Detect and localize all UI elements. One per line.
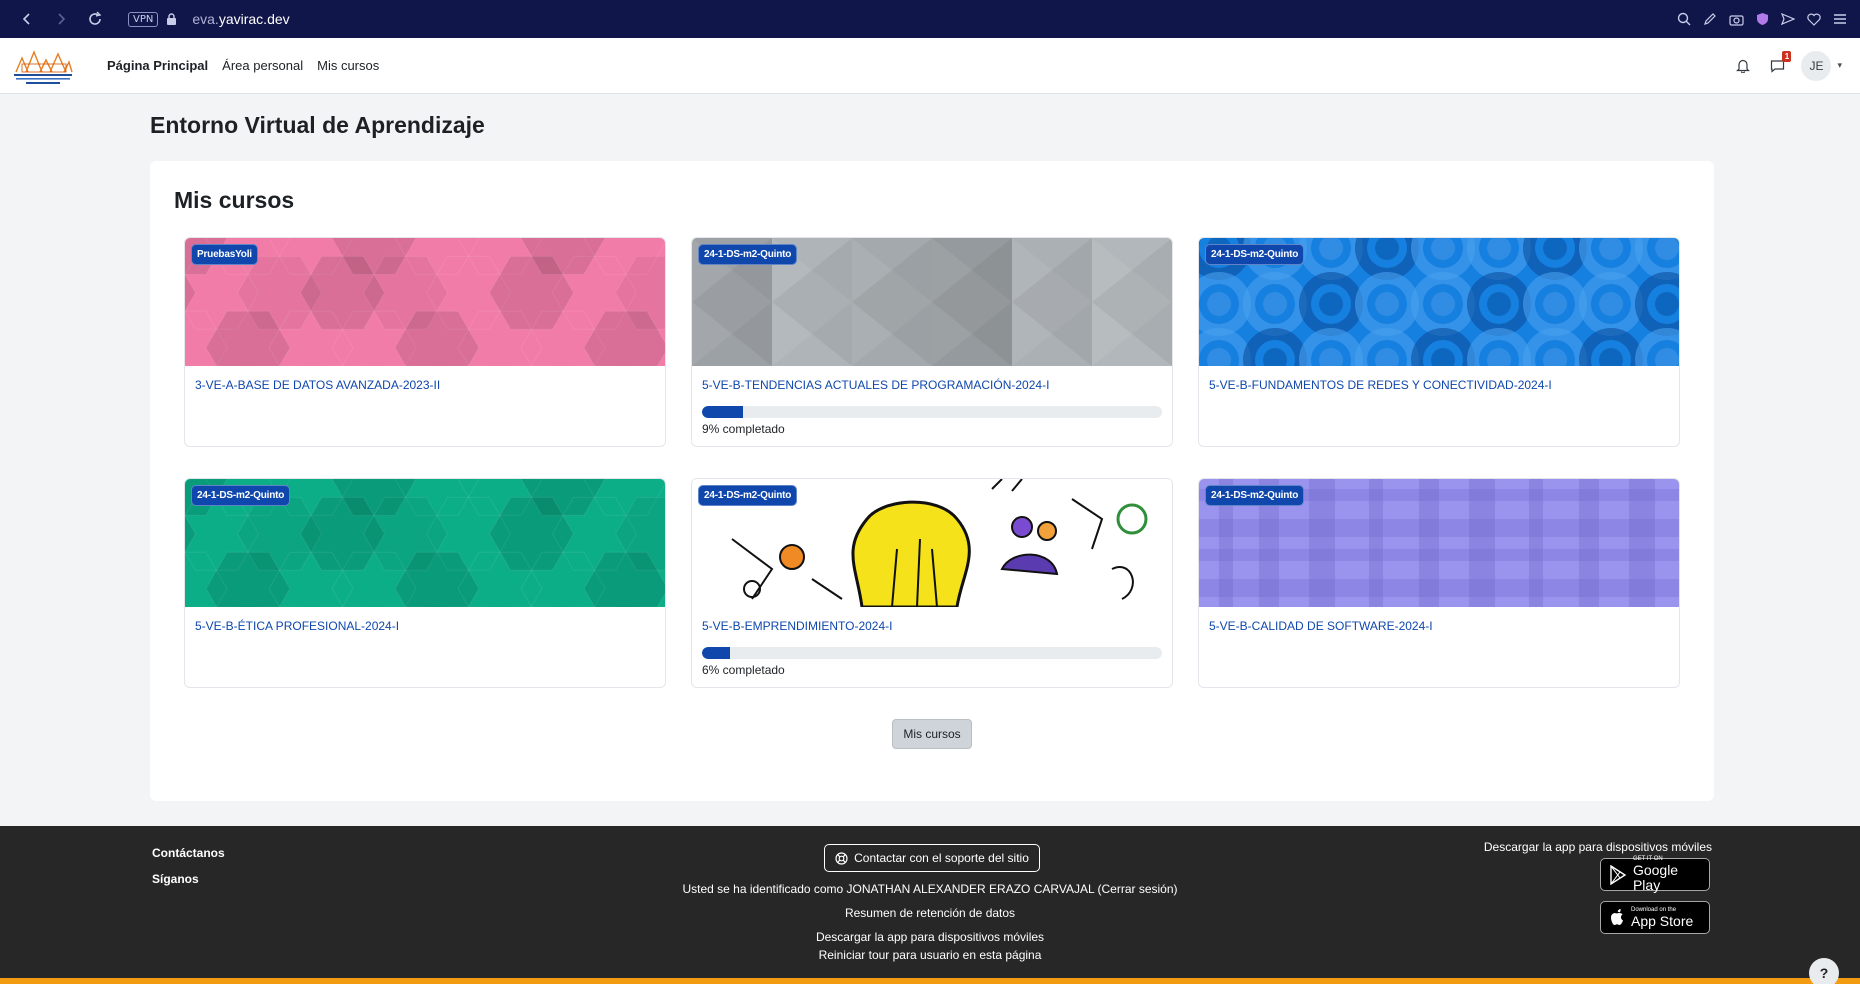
- edit-icon[interactable]: [1700, 9, 1720, 29]
- course-category-badge: 24-1-DS-m2-Quinto: [698, 244, 798, 265]
- nav-home[interactable]: Página Principal: [100, 38, 215, 94]
- vpn-badge[interactable]: VPN: [128, 11, 159, 27]
- heart-icon[interactable]: [1804, 9, 1824, 29]
- url-prefix: eva.: [192, 11, 219, 27]
- apple-icon: [1611, 909, 1623, 925]
- course-card[interactable]: 24-1-DS-m2-Quinto 5-VE-B-CALIDAD DE SOFTW…: [1198, 478, 1680, 688]
- course-category-badge: PruebasYoli: [191, 244, 258, 265]
- google-play-text: Google Play: [1632, 862, 1679, 893]
- nav-dashboard[interactable]: Área personal: [215, 38, 310, 94]
- camera-icon[interactable]: [1726, 9, 1746, 29]
- user-avatar[interactable]: JE: [1801, 50, 1832, 81]
- course-name-link[interactable]: 5-VE-B-ÉTICA PROFESIONAL-2024-I: [195, 619, 399, 633]
- data-retention-link[interactable]: Resumen de retención de datos: [0, 906, 1860, 920]
- course-name-link[interactable]: 5-VE-B-TENDENCIAS ACTUALES DE PROGRAMACI…: [702, 378, 1049, 392]
- site-navbar: Página Principal Área personal Mis curso…: [0, 38, 1860, 94]
- send-icon[interactable]: [1778, 9, 1798, 29]
- browser-actions: [1674, 9, 1850, 29]
- course-category-badge: 24-1-DS-m2-Quinto: [1205, 485, 1305, 506]
- course-progress-bar: [702, 647, 1162, 659]
- app-store-badge[interactable]: Download on the App Store: [1600, 901, 1710, 934]
- page-footer: Contáctanos Síganos Contactar con el sop…: [0, 826, 1860, 984]
- url-domain: yavirac.dev: [218, 11, 290, 27]
- course-progress-text: 9% completado: [702, 422, 785, 436]
- menu-icon[interactable]: [1830, 9, 1850, 29]
- course-card[interactable]: 24-1-DS-m2-Quinto 5-VE-B-EMPRENDIMIENTO-2…: [691, 478, 1173, 688]
- course-category-badge: 24-1-DS-m2-Quinto: [1205, 244, 1305, 265]
- help-button[interactable]: ?: [1809, 958, 1839, 984]
- course-progress-fill: [702, 406, 744, 418]
- google-play-badge[interactable]: GET IT ON Google Play: [1600, 856, 1710, 893]
- messages-icon[interactable]: 1: [1767, 50, 1792, 76]
- course-progress-bar: [702, 406, 1162, 418]
- reload-icon[interactable]: [78, 0, 112, 38]
- course-name-link[interactable]: 3-VE-A-BASE DE DATOS AVANZADA-2023-II: [195, 378, 440, 392]
- nav-my-courses[interactable]: Mis cursos: [310, 38, 386, 94]
- reset-tour-link[interactable]: Reiniciar tour para usuario en esta pági…: [0, 948, 1860, 962]
- course-name-link[interactable]: 5-VE-B-EMPRENDIMIENTO-2024-I: [702, 619, 892, 633]
- my-courses-block: Mis cursos PruebasYoli 3-VE-A-BASE DE DAT…: [150, 161, 1714, 801]
- course-category-badge: 24-1-DS-m2-Quinto: [698, 485, 798, 506]
- contact-link[interactable]: Contáctanos: [152, 846, 225, 860]
- page-title: Entorno Virtual de Aprendizaje: [150, 112, 485, 138]
- course-name-link[interactable]: 5-VE-B-FUNDAMENTOS DE REDES Y CONECTIVID…: [1209, 378, 1552, 392]
- chevron-down-icon[interactable]: ▾: [1837, 60, 1842, 71]
- shield-icon[interactable]: [1752, 9, 1772, 29]
- site-logo[interactable]: [12, 44, 74, 88]
- course-card[interactable]: 24-1-DS-m2-Quinto 5-VE-B-TENDENCIAS ACTUA…: [691, 237, 1173, 447]
- course-progress-fill: [702, 647, 730, 659]
- user-navigation: 1 JE ▾: [1733, 50, 1842, 81]
- address-bar[interactable]: eva.yavirac.dev: [192, 11, 289, 27]
- app-download-title: Descargar la app para dispositivos móvil…: [1483, 840, 1712, 854]
- primary-navigation: Página Principal Área personal Mis curso…: [100, 38, 386, 94]
- back-icon[interactable]: [10, 0, 44, 38]
- search-icon[interactable]: [1674, 9, 1694, 29]
- my-courses-button[interactable]: Mis cursos: [892, 719, 972, 749]
- course-progress-text: 6% completado: [702, 663, 785, 677]
- course-card[interactable]: PruebasYoli 3-VE-A-BASE DE DATOS AVANZADA…: [184, 237, 666, 447]
- bell-icon[interactable]: [1733, 56, 1753, 76]
- forward-icon[interactable]: [44, 0, 78, 38]
- footer-accent-bar: [0, 978, 1860, 984]
- course-card[interactable]: 24-1-DS-m2-Quinto 5-VE-B-FUNDAMENTOS DE R…: [1198, 237, 1680, 447]
- block-title: Mis cursos: [174, 187, 295, 213]
- message-count-badge: 1: [1782, 50, 1792, 62]
- app-store-text: App Store: [1631, 912, 1694, 929]
- google-play-icon: [1610, 864, 1627, 885]
- logged-in-info[interactable]: Usted se ha identificado como JONATHAN A…: [0, 882, 1860, 896]
- support-button-label: Contactar con el soporte del sitio: [854, 851, 1029, 865]
- course-category-badge: 24-1-DS-m2-Quinto: [191, 485, 291, 506]
- browser-toolbar: VPN eva.yavirac.dev: [0, 0, 1860, 38]
- course-name-link[interactable]: 5-VE-B-CALIDAD DE SOFTWARE-2024-I: [1209, 619, 1433, 633]
- lifebuoy-icon: [835, 851, 848, 865]
- course-card[interactable]: 24-1-DS-m2-Quinto 5-VE-B-ÉTICA PROFESIONA…: [184, 478, 666, 688]
- contact-support-button[interactable]: Contactar con el soporte del sitio: [824, 844, 1040, 872]
- mobile-app-link[interactable]: Descargar la app para dispositivos móvil…: [0, 930, 1860, 944]
- lock-icon[interactable]: [166, 12, 178, 26]
